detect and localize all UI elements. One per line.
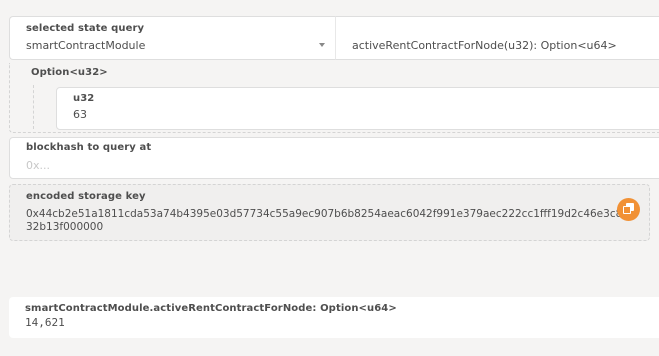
module-value: smartContractModule xyxy=(26,39,146,52)
u32-value[interactable]: 63 xyxy=(73,108,87,121)
copy-button[interactable] xyxy=(617,198,640,221)
u32-label: u32 xyxy=(73,93,95,104)
encoded-storage-key-value: 0x44cb2e51a1811cda53a74b4395e03d57734c55… xyxy=(26,208,623,233)
option-type-label: Option<u32> xyxy=(31,67,108,78)
state-method-select[interactable]: activeRentContractForNode(u32): Option<u… xyxy=(335,16,659,60)
chevron-down-icon[interactable] xyxy=(319,43,325,47)
blockhash-label: blockhash to query at xyxy=(26,142,152,153)
u32-input-field[interactable]: u32 63 xyxy=(56,87,659,130)
result-label: smartContractModule.activeRentContractFo… xyxy=(25,303,397,314)
blockhash-field[interactable]: blockhash to query at xyxy=(9,137,659,179)
result-value: 14,621 xyxy=(25,316,65,329)
state-module-select[interactable]: selected state query smartContractModule xyxy=(9,16,335,60)
encoded-storage-key-panel: encoded storage key 0x44cb2e51a1811cda53… xyxy=(9,184,650,241)
encoded-storage-key-label: encoded storage key xyxy=(26,191,146,202)
selected-state-query-label: selected state query xyxy=(26,23,145,34)
chain-state-query-page: selected state query smartContractModule… xyxy=(0,0,659,356)
option-param-group: Option<u32> u32 63 xyxy=(9,63,659,133)
method-value: activeRentContractForNode(u32): Option<u… xyxy=(352,39,617,52)
query-result-panel: smartContractModule.activeRentContractFo… xyxy=(9,297,659,338)
blockhash-input[interactable] xyxy=(26,157,526,173)
